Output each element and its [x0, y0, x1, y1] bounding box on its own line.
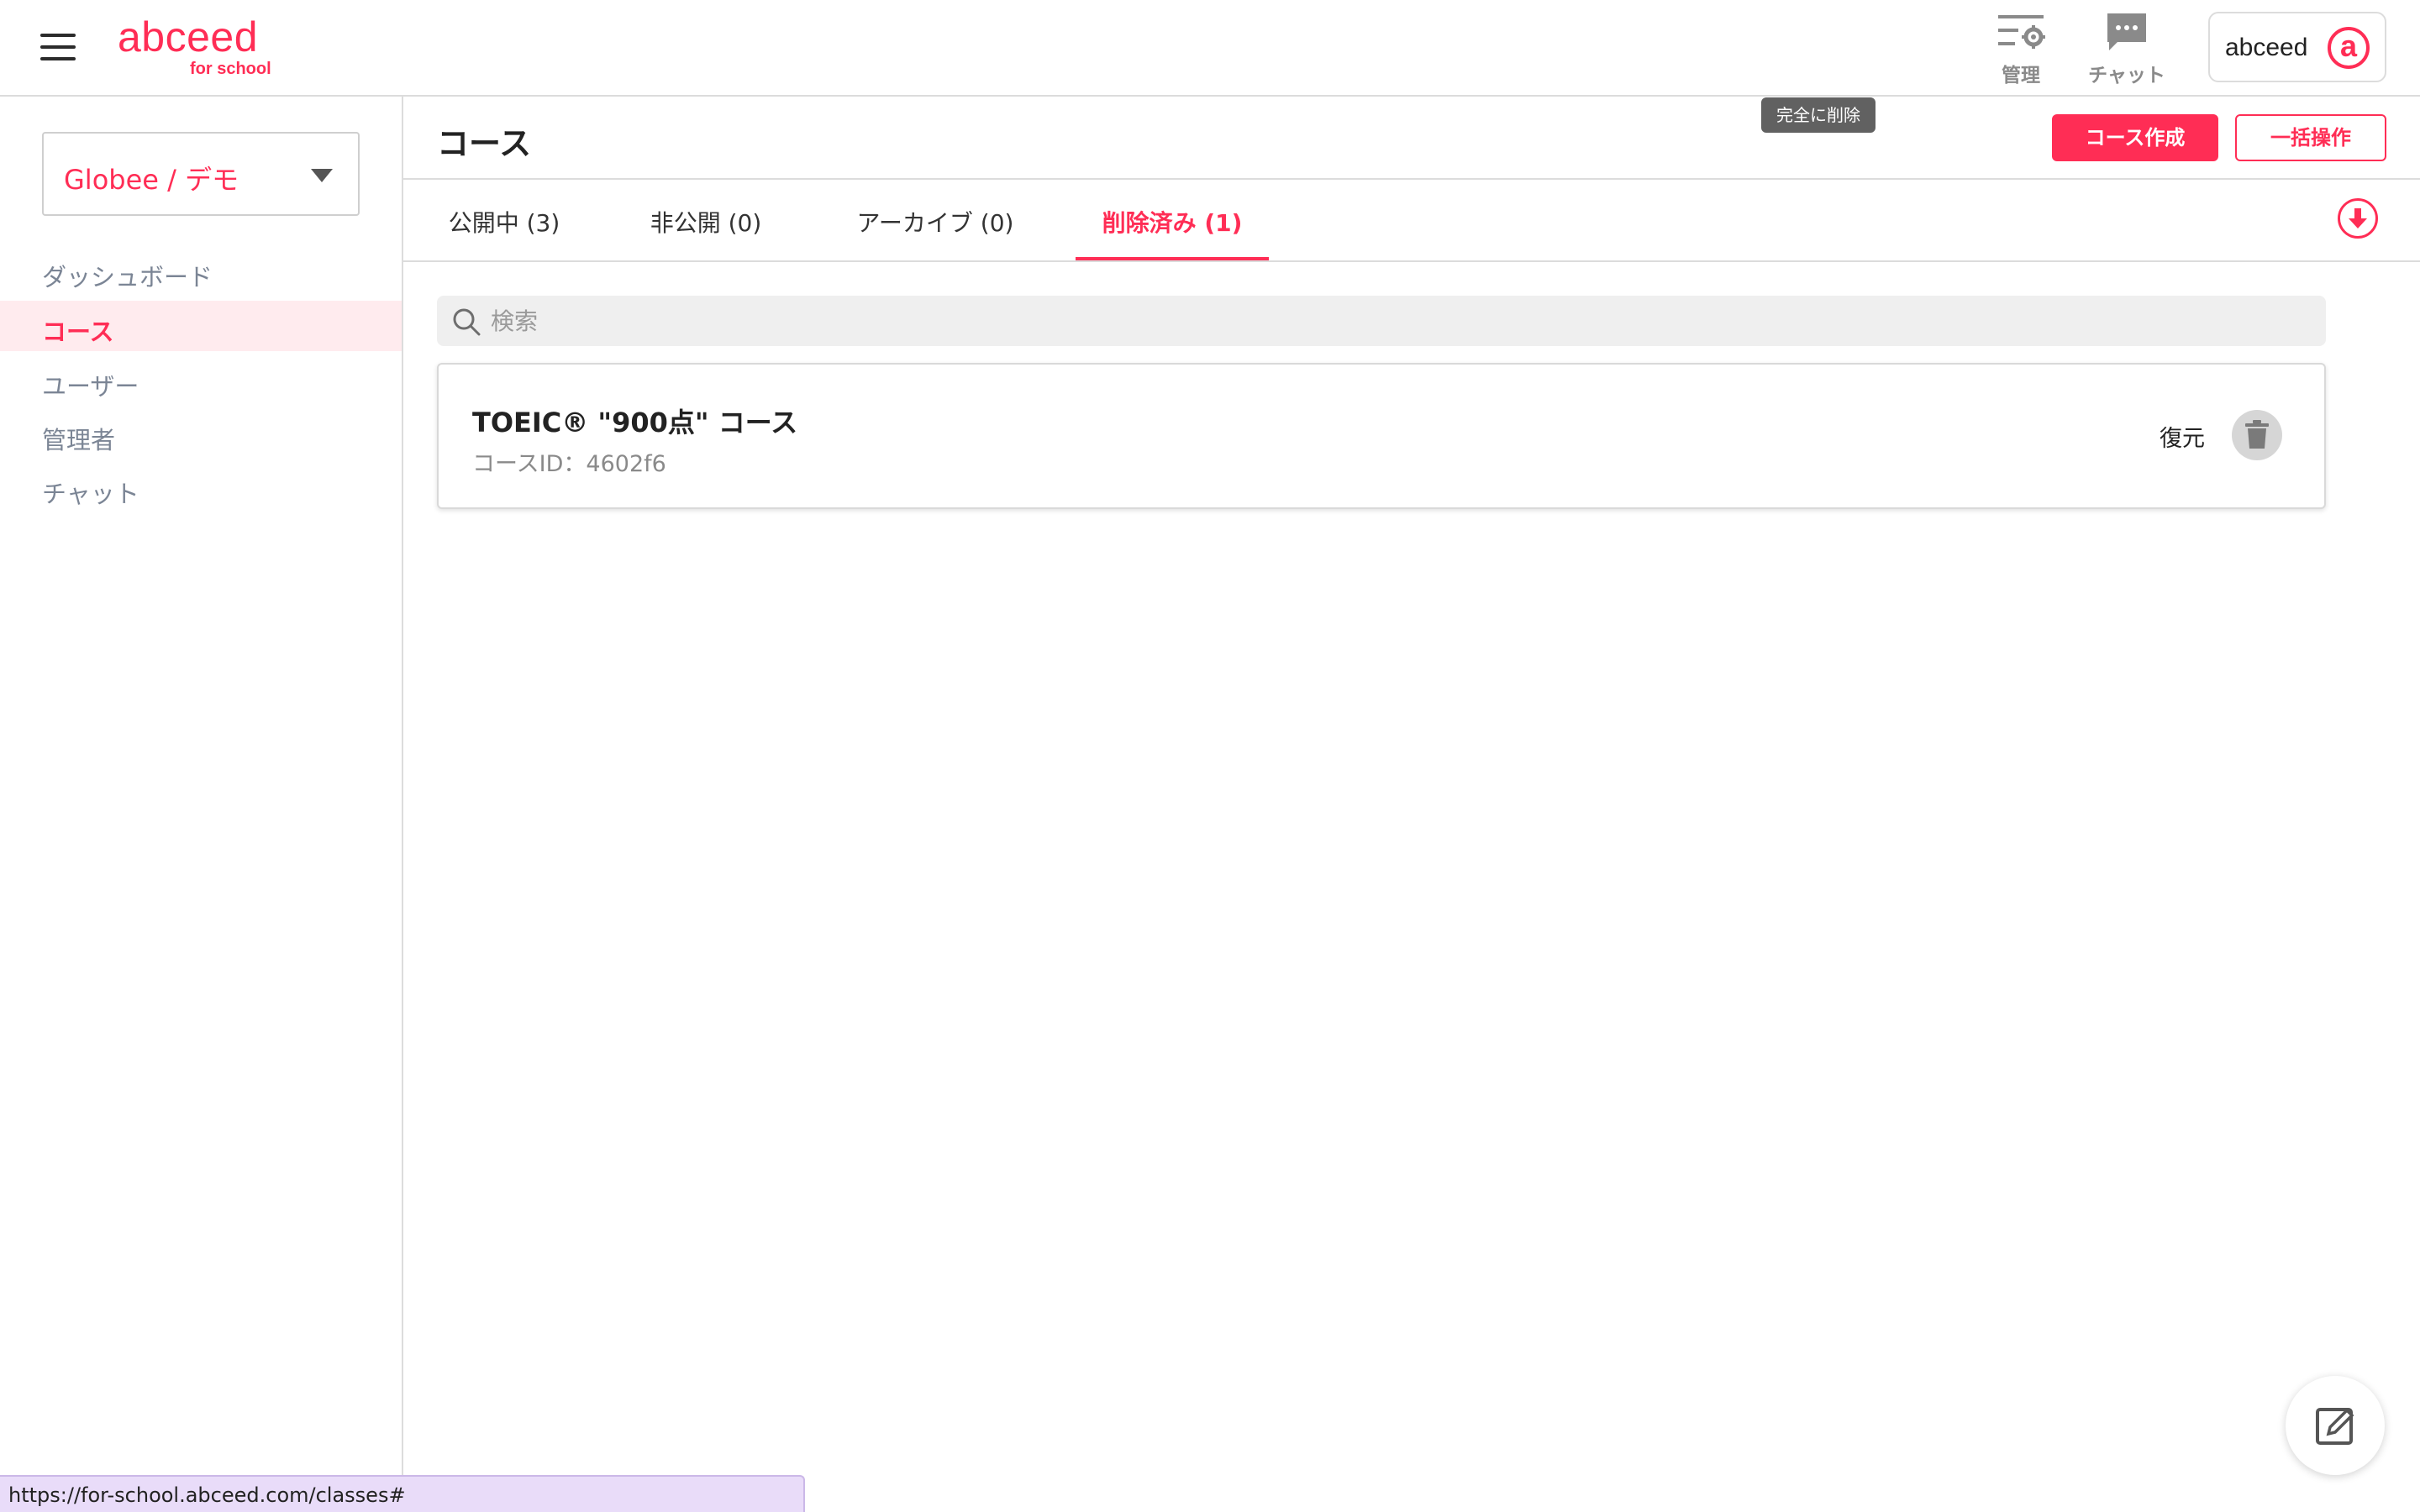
page-title: コース — [437, 125, 532, 162]
logo-main-text: abceed — [118, 13, 259, 60]
sidebar-item-label: チャット — [42, 480, 139, 508]
sidebar-item-dashboard[interactable]: ダッシュボード — [0, 246, 402, 297]
logo-sub-text: for school — [190, 60, 271, 78]
delete-permanently-tooltip: 完全に削除 — [1761, 97, 1876, 133]
restore-button[interactable]: 復元 — [2160, 420, 2205, 453]
sidebar-item-label: コース — [42, 318, 114, 346]
status-url: https://for-school.abceed.com/classes# — [8, 1483, 406, 1507]
tab-archive[interactable]: アーカイブ (0) — [847, 180, 1023, 260]
chat-bubble-icon — [2107, 13, 2146, 50]
account-avatar-icon: a — [2328, 27, 2370, 69]
sidebar-item-courses[interactable]: コース — [0, 301, 402, 351]
course-title: TOEIC® "900点" コース — [472, 407, 798, 438]
sidebar-item-admins[interactable]: 管理者 — [0, 409, 402, 459]
hamburger-menu-icon[interactable] — [40, 34, 76, 60]
admin-button[interactable]: 管理 — [1991, 10, 2050, 87]
tab-label: 非公開 (0) — [650, 209, 762, 237]
settings-list-icon — [1998, 15, 2045, 49]
admin-label: 管理 — [2002, 65, 2040, 87]
account-button[interactable]: abceed a — [2208, 12, 2386, 82]
tabs-divider — [403, 260, 2420, 262]
create-course-button[interactable]: コース作成 — [2052, 114, 2218, 161]
tab-label: アーカイブ (0) — [856, 209, 1014, 237]
course-id: コースID：4602f6 — [472, 451, 666, 477]
chevron-down-icon — [311, 169, 333, 182]
top-header: abceed for school 管理 チャット abceed a — [0, 0, 2420, 97]
download-icon[interactable] — [2338, 198, 2378, 239]
chat-button[interactable]: チャット — [2081, 10, 2173, 87]
organization-select-value: Globee / デモ — [64, 164, 239, 196]
organization-select[interactable]: Globee / デモ — [42, 132, 360, 216]
sidebar-item-label: 管理者 — [42, 426, 116, 454]
chat-label: チャット — [2088, 65, 2165, 87]
course-card[interactable]: TOEIC® "900点" コース コースID：4602f6 復元 — [437, 363, 2326, 509]
search-input[interactable] — [491, 296, 2306, 346]
search-bar — [437, 296, 2326, 346]
account-name: abceed — [2225, 34, 2308, 61]
tab-label: 公開中 (3) — [448, 209, 560, 237]
edit-fab-button[interactable] — [2286, 1376, 2385, 1475]
tab-deleted[interactable]: 削除済み (1) — [1076, 180, 1269, 260]
sidebar-item-chat[interactable]: チャット — [0, 463, 402, 513]
tab-public[interactable]: 公開中 (3) — [437, 180, 571, 260]
sidebar-item-label: ダッシュボード — [42, 263, 213, 291]
sidebar: Globee / デモ ダッシュボード コース ユーザー 管理者 チャット — [0, 97, 403, 1512]
sidebar-item-users[interactable]: ユーザー — [0, 355, 402, 406]
status-bar-url: https://for-school.abceed.com/classes# — [0, 1475, 805, 1512]
tab-private[interactable]: 非公開 (0) — [639, 180, 773, 260]
search-icon — [453, 308, 481, 336]
abceed-logo[interactable]: abceed for school — [118, 12, 286, 79]
bulk-action-button[interactable]: 一括操作 — [2235, 114, 2386, 161]
sidebar-item-label: ユーザー — [42, 372, 139, 401]
trash-icon[interactable] — [2232, 410, 2282, 460]
tab-label: 削除済み (1) — [1102, 209, 1243, 237]
edit-icon — [2316, 1408, 2354, 1445]
